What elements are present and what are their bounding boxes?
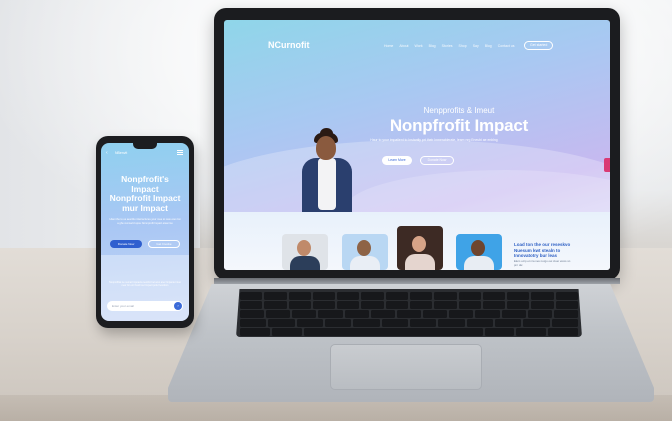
side-feedback-tab[interactable] bbox=[604, 158, 610, 172]
key-row bbox=[240, 328, 578, 336]
smartphone: ‹ NBenvit Nonpfrofit's Impact Nonpfrofit… bbox=[96, 136, 194, 328]
team-photo-1[interactable] bbox=[282, 234, 328, 270]
hero-primary-button[interactable]: Learn More bbox=[382, 156, 412, 165]
phone-hero-text: Hlavt the to us aeurtbu inlerrectures yo… bbox=[109, 218, 181, 225]
nav-item-contact[interactable]: Contact us bbox=[498, 44, 515, 48]
phone-hero-title-line: mur Impact bbox=[122, 202, 168, 213]
photo-face bbox=[297, 240, 311, 256]
site-logo[interactable]: NCurnofit bbox=[268, 40, 310, 50]
nav-item-say[interactable]: Say bbox=[473, 44, 479, 48]
hero-subtitle: Nenpprofits & Imeut bbox=[423, 106, 495, 115]
key-row bbox=[240, 310, 579, 318]
hero-person-image bbox=[296, 128, 358, 216]
nav-item-about[interactable]: About bbox=[399, 44, 408, 48]
nav-cta-button[interactable]: Get started bbox=[524, 41, 554, 50]
phone-secondary-button[interactable]: Get Involve bbox=[148, 240, 180, 248]
photo-torso bbox=[290, 256, 320, 270]
phone-hero-title: Nonpfrofit's Impact Nonpfrofit Impact mu… bbox=[105, 174, 185, 213]
nav-item-blog[interactable]: Blog bbox=[429, 44, 436, 48]
team-photo-4[interactable] bbox=[456, 234, 502, 270]
photo-face bbox=[471, 240, 485, 256]
section-text: Elem ocrp et nra nes norgu oei ctuer eic… bbox=[514, 259, 571, 267]
hero-title: Nonpfrofit Impact bbox=[389, 116, 529, 135]
laptop-trackpad bbox=[330, 344, 482, 390]
site-nav: Home About Work Blog Stories Shop Say Bl… bbox=[384, 44, 515, 48]
laptop-lid: NCurnofit Home About Work Blog Stories S… bbox=[214, 8, 620, 280]
nav-item-shop[interactable]: Shop bbox=[459, 44, 467, 48]
hero-secondary-button[interactable]: Donate Now bbox=[420, 156, 454, 165]
nav-item-home[interactable]: Home bbox=[384, 44, 393, 48]
phone-panel-text: Nonprofiliat ne nemat Impoacta neotrtic … bbox=[109, 281, 181, 288]
laptop-screen: NCurnofit Home About Work Blog Stories S… bbox=[224, 20, 610, 270]
person-face bbox=[316, 136, 336, 160]
photo-scene: NCurnofit Home About Work Blog Stories S… bbox=[0, 0, 672, 421]
photo-face bbox=[357, 240, 371, 256]
person-shirt bbox=[318, 158, 336, 210]
section-heading: Load ton the our reseskvo Nuesum kwt ste… bbox=[514, 242, 571, 258]
nav-item-blog-2[interactable]: Blog bbox=[485, 44, 492, 48]
photo-torso bbox=[405, 254, 435, 270]
hero-description: Haur to your impatient to Instantly prt … bbox=[370, 138, 498, 142]
photo-face bbox=[412, 236, 426, 252]
photo-torso bbox=[350, 256, 380, 270]
key-row bbox=[240, 301, 578, 309]
team-photo-3[interactable] bbox=[397, 226, 443, 270]
submit-arrow-icon[interactable]: › bbox=[174, 302, 182, 310]
laptop-keyboard bbox=[236, 289, 582, 337]
key-row bbox=[240, 292, 578, 300]
laptop-hinge bbox=[214, 278, 620, 284]
photo-torso bbox=[464, 256, 494, 270]
phone-primary-button[interactable]: Donate Now bbox=[110, 240, 142, 248]
nav-item-stories[interactable]: Stories bbox=[442, 44, 453, 48]
nav-item-work[interactable]: Work bbox=[415, 44, 423, 48]
phone-content-panel bbox=[101, 255, 189, 321]
phone-email-input[interactable]: Enter your email bbox=[107, 301, 183, 311]
phone-brand[interactable]: NBenvit bbox=[115, 151, 127, 155]
phone-screen: ‹ NBenvit Nonpfrofit's Impact Nonpfrofit… bbox=[101, 143, 189, 321]
team-photo-2[interactable] bbox=[342, 234, 388, 270]
phone-notch bbox=[133, 143, 157, 149]
hamburger-menu-icon[interactable] bbox=[177, 150, 183, 155]
back-arrow-icon[interactable]: ‹ bbox=[106, 150, 108, 156]
key-row bbox=[240, 319, 578, 327]
